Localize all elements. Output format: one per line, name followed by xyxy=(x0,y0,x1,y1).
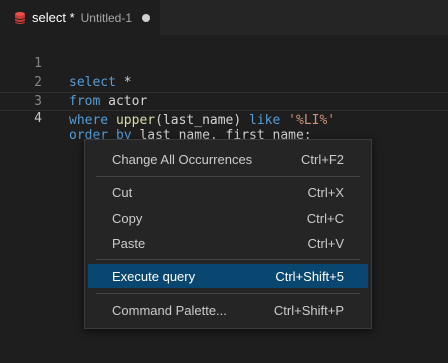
code-token: where xyxy=(69,113,109,128)
menu-item-command-palette[interactable]: Command Palette... Ctrl+Shift+P xyxy=(88,298,368,322)
menu-separator xyxy=(96,176,360,177)
tab-description: Untitled-1 xyxy=(80,10,132,25)
menu-item-change-all-occurrences[interactable]: Change All Occurrences Ctrl+F2 xyxy=(88,147,368,171)
code-line: 3 where upper(last_name) like '%LI%' xyxy=(0,73,448,128)
database-icon xyxy=(14,11,26,25)
menu-item-shortcut: Ctrl+Shift+5 xyxy=(275,268,344,284)
menu-separator xyxy=(96,259,360,260)
line-number: 4 xyxy=(34,111,42,126)
code-line: 2 from actor xyxy=(0,54,448,109)
menu-item-label: Cut xyxy=(112,184,133,200)
code-token: upper xyxy=(115,113,156,128)
menu-item-label: Command Palette... xyxy=(112,302,227,318)
menu-item-shortcut: Ctrl+Shift+P xyxy=(273,302,344,318)
tab-bar: select * Untitled-1 xyxy=(0,0,448,35)
menu-item-execute-query[interactable]: Execute query Ctrl+Shift+5 xyxy=(88,264,368,288)
menu-item-shortcut: Ctrl+C xyxy=(306,210,344,226)
menu-item-cut[interactable]: Cut Ctrl+X xyxy=(88,180,368,204)
code-token: '%LI%' xyxy=(288,113,336,128)
code-line: 1 select * xyxy=(0,35,448,90)
menu-item-copy[interactable]: Copy Ctrl+C xyxy=(88,206,368,230)
tab-title: select * xyxy=(32,10,75,25)
code-token: like xyxy=(249,113,281,128)
menu-item-shortcut: Ctrl+X xyxy=(307,184,344,200)
editor-tab[interactable]: select * Untitled-1 xyxy=(0,0,160,35)
menu-item-label: Execute query xyxy=(112,268,196,284)
menu-item-label: Paste xyxy=(112,235,146,251)
menu-item-label: Change All Occurrences xyxy=(112,151,253,167)
menu-item-label: Copy xyxy=(112,210,143,226)
menu-item-shortcut: Ctrl+F2 xyxy=(301,151,344,167)
code-token: (last_name) xyxy=(155,113,250,128)
menu-item-shortcut: Ctrl+V xyxy=(307,235,344,251)
menu-item-paste[interactable]: Paste Ctrl+V xyxy=(88,231,368,255)
menu-separator xyxy=(96,293,360,294)
unsaved-dot-icon[interactable] xyxy=(142,13,150,22)
context-menu: Change All Occurrences Ctrl+F2 Cut Ctrl+… xyxy=(84,139,372,329)
code-line-current: 4 order by last_name, first_name; xyxy=(0,92,448,143)
